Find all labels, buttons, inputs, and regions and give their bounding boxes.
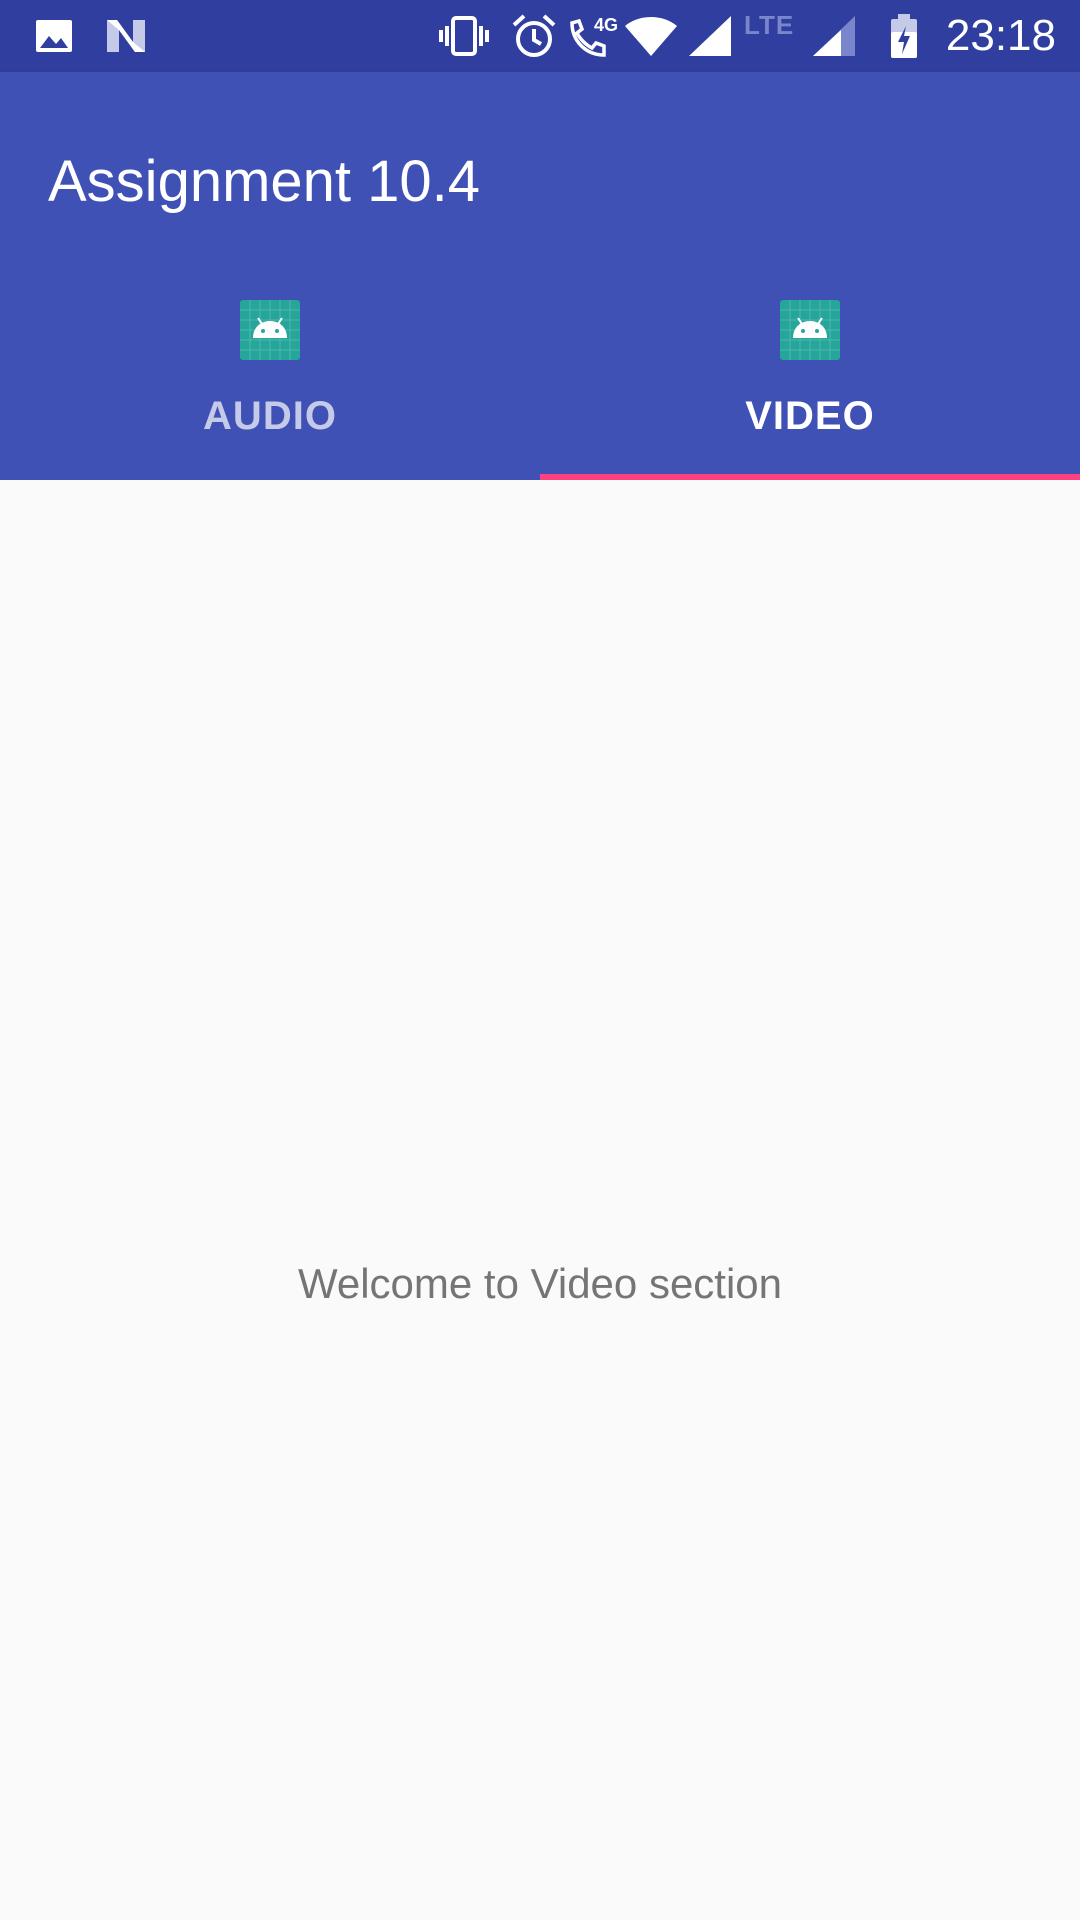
tab-audio-label: AUDIO [203, 394, 337, 438]
video-section: Welcome to Video section [0, 480, 1080, 1920]
volte-4g-call-icon: 4G [564, 12, 620, 60]
tab-bar: AUDIO VIDEO [0, 264, 1080, 480]
status-clock: 23:18 [945, 11, 1056, 60]
tab-video-label: VIDEO [745, 394, 875, 438]
lte-label: LTE [744, 10, 795, 40]
image-icon [30, 12, 78, 60]
tab-audio[interactable]: AUDIO [0, 264, 540, 480]
vibrate-icon [436, 12, 492, 60]
android-icon [240, 300, 300, 360]
app-title: Assignment 10.4 [48, 149, 481, 214]
wifi-icon [622, 12, 680, 60]
battery-charging-icon [884, 12, 924, 60]
welcome-message: Welcome to Video section [297, 1260, 783, 1307]
android-icon [780, 300, 840, 360]
tab-video[interactable]: VIDEO [540, 264, 1080, 480]
lte-signal-icon [810, 12, 858, 60]
cell-signal-icon [686, 12, 734, 60]
status-bar: 4G LTE 23:18 [0, 0, 1080, 72]
svg-text:4G: 4G [594, 15, 618, 35]
alarm-icon [508, 12, 560, 60]
n-logo-icon [100, 12, 152, 60]
app-bar: Assignment 10.4 AUDIO VIDEO [0, 72, 1080, 480]
